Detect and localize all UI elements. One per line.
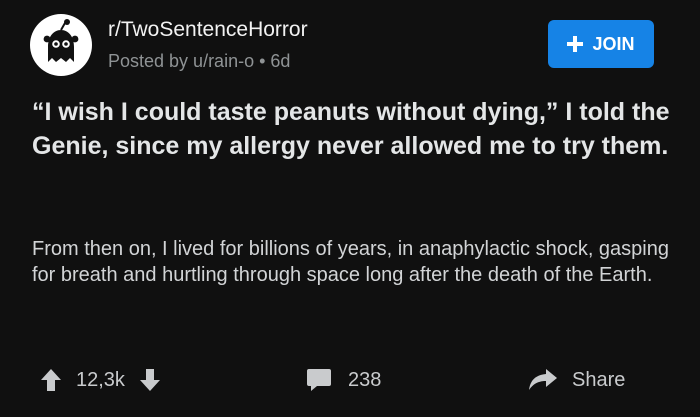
- join-label: JOIN: [592, 33, 635, 54]
- share-label: Share: [572, 368, 626, 391]
- join-button[interactable]: JOIN: [548, 20, 654, 68]
- action-bar: 12,3k 238 Share: [0, 355, 700, 405]
- post-body: From then on, I lived for billions of ye…: [32, 238, 669, 286]
- comment-icon: [307, 369, 331, 391]
- arrow-up-icon: [41, 369, 61, 391]
- ghost-snoo-icon: [30, 14, 92, 76]
- upvote-button[interactable]: [38, 366, 64, 394]
- post-title: “I wish I could taste peanuts without dy…: [32, 98, 670, 160]
- post-header: r/TwoSentenceHorror Posted by u/rain-o •…: [0, 0, 700, 90]
- plus-icon: [567, 36, 584, 52]
- share-arrow-icon: [529, 369, 557, 390]
- subreddit-avatar[interactable]: [30, 14, 92, 76]
- subreddit-name[interactable]: r/TwoSentenceHorror: [108, 18, 308, 42]
- vote-group: 12,3k: [38, 363, 163, 397]
- arrow-down-icon: [139, 369, 160, 391]
- comments-button[interactable]: 238: [306, 363, 381, 397]
- upvote-count: 12,3k: [76, 368, 125, 391]
- comment-count: 238: [348, 368, 382, 391]
- post-meta: Posted by u/rain-o • 6d: [108, 51, 291, 71]
- downvote-button[interactable]: [137, 366, 163, 394]
- share-button[interactable]: Share: [528, 363, 625, 397]
